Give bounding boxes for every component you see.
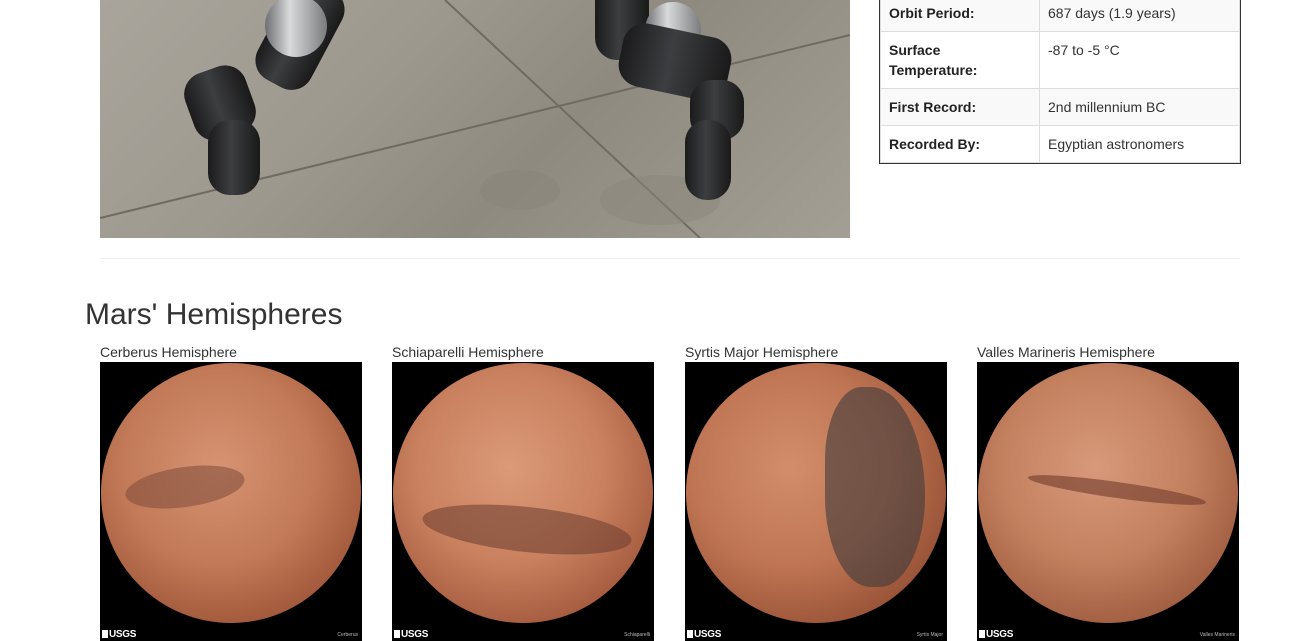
table-row: Surface Temperature: -87 to -5 °C: [880, 31, 1240, 89]
hemisphere-title[interactable]: Valles Marineris Hemisphere: [977, 342, 1239, 362]
featured-image: [100, 0, 850, 238]
robot-leg-right-lower: [685, 120, 731, 200]
hemisphere-image[interactable]: USGS Cerberus: [100, 362, 362, 641]
fact-value: 2nd millennium BC: [1039, 88, 1240, 126]
fact-label: Surface Temperature:: [880, 31, 1040, 89]
hemisphere-card-cerberus[interactable]: Cerberus Hemisphere USGS Cerberus: [100, 342, 362, 641]
hemisphere-image[interactable]: USGS Schiaparelli: [392, 362, 654, 641]
fact-value: 687 days (1.9 years): [1039, 0, 1240, 32]
usgs-watermark: USGS: [102, 629, 136, 640]
fact-value: Egyptian astronomers: [1039, 125, 1240, 163]
image-label: Cerberus: [337, 632, 358, 638]
mars-facts-table: Orbit Period: 687 days (1.9 years) Surfa…: [879, 0, 1241, 164]
table-row: First Record: 2nd millennium BC: [880, 88, 1240, 126]
fact-label: Orbit Period:: [880, 0, 1040, 32]
hemisphere-card-syrtis-major[interactable]: Syrtis Major Hemisphere USGS Syrtis Majo…: [685, 342, 947, 641]
image-label: Syrtis Major: [916, 632, 943, 638]
table-row: Orbit Period: 687 days (1.9 years): [880, 0, 1240, 32]
table-row: Recorded By: Egyptian astronomers: [880, 125, 1240, 163]
planet-graphic: [393, 363, 653, 623]
hemisphere-title[interactable]: Schiaparelli Hemisphere: [392, 342, 654, 362]
hemisphere-image[interactable]: USGS Valles Marineris: [977, 362, 1239, 641]
hemisphere-title[interactable]: Syrtis Major Hemisphere: [685, 342, 947, 362]
usgs-watermark: USGS: [979, 629, 1013, 640]
image-label: Schiaparelli: [624, 632, 650, 638]
hemisphere-title[interactable]: Cerberus Hemisphere: [100, 342, 362, 362]
fact-label: Recorded By:: [880, 125, 1040, 163]
usgs-watermark: USGS: [687, 629, 721, 640]
robot-leg-left-lower: [208, 120, 260, 195]
fact-label: First Record:: [880, 88, 1040, 126]
section-divider: [100, 258, 1240, 259]
image-label: Valles Marineris: [1199, 632, 1235, 638]
hemisphere-card-valles-marineris[interactable]: Valles Marineris Hemisphere USGS Valles …: [977, 342, 1239, 641]
usgs-watermark: USGS: [394, 629, 428, 640]
hemispheres-heading: Mars' Hemispheres: [85, 298, 343, 331]
hemisphere-image[interactable]: USGS Syrtis Major: [685, 362, 947, 641]
fact-value: -87 to -5 °C: [1039, 31, 1240, 89]
hemisphere-card-schiaparelli[interactable]: Schiaparelli Hemisphere USGS Schiaparell…: [392, 342, 654, 641]
